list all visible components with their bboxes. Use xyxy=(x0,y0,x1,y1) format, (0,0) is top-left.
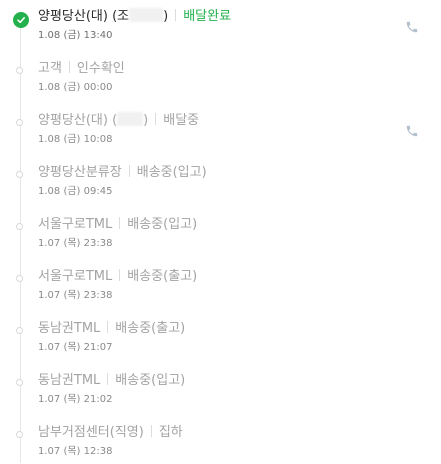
status-text: 배달완료 xyxy=(183,9,232,24)
divider xyxy=(119,269,121,281)
timestamp: 1.08 (금) 10:08 xyxy=(38,134,113,145)
redacted-text xyxy=(117,112,144,126)
timeline-title: 고객 인수확인 xyxy=(38,60,125,78)
status-text: 배송중(출고) xyxy=(127,269,198,284)
divider xyxy=(155,113,157,125)
timeline-dot xyxy=(16,275,23,282)
timeline-dot xyxy=(16,119,23,126)
timestamp: 1.08 (금) 13:40 xyxy=(38,30,113,41)
status-text: 배송중(입고) xyxy=(115,373,186,388)
timestamp: 1.08 (금) 09:45 xyxy=(38,186,113,197)
timeline-dot xyxy=(16,327,23,334)
timeline-item: 양평당산분류장 배송중(입고) 1.08 (금) 09:45 xyxy=(0,160,441,204)
timeline-title: 서울구로TML 배송중(입고) xyxy=(38,216,197,234)
delivery-timeline: 양평당산(대) (조) 배달완료 1.08 (금) 13:40 고객 인수확인 1.… xyxy=(0,0,441,463)
timeline-item-delivered: 양평당산(대) (조) 배달완료 1.08 (금) 13:40 xyxy=(0,4,441,48)
timeline-title: 동남권TML 배송중(입고) xyxy=(38,372,185,390)
timestamp: 1.07 (목) 21:02 xyxy=(38,394,113,405)
timeline-title: 서울구로TML 배송중(출고) xyxy=(38,268,197,286)
timestamp: 1.08 (금) 00:00 xyxy=(38,82,113,93)
timeline-dot xyxy=(16,223,23,230)
location-text: 양평당산(대) ( xyxy=(38,113,118,128)
location-text: 동남권TML xyxy=(38,373,101,388)
location-text: 남부거점센터(직영) xyxy=(38,425,144,440)
timeline-title: 양평당산(대) (조) 배달완료 xyxy=(38,8,231,26)
timeline-item: 서울구로TML 배송중(입고) 1.07 (목) 23:38 xyxy=(0,212,441,256)
timeline-item: 동남권TML 배송중(출고) 1.07 (목) 21:07 xyxy=(0,316,441,360)
timeline-dot xyxy=(16,171,23,178)
divider xyxy=(107,321,109,333)
status-text: 인수확인 xyxy=(76,61,125,76)
status-text: 집하 xyxy=(158,425,183,440)
status-text: 배송중(입고) xyxy=(127,217,198,232)
phone-icon[interactable] xyxy=(405,19,419,33)
timeline-item: 고객 인수확인 1.08 (금) 00:00 xyxy=(0,56,441,100)
location-text: 양평당산분류장 xyxy=(38,165,122,180)
timeline-title: 양평당산(대) () 배달중 xyxy=(38,112,199,130)
location-suffix: ) xyxy=(143,113,149,128)
divider xyxy=(119,217,121,229)
redacted-text xyxy=(129,8,164,22)
divider xyxy=(128,165,130,177)
phone-icon[interactable] xyxy=(405,123,419,137)
timeline-title: 남부거점센터(직영) 집하 xyxy=(38,424,183,442)
location-text: 서울구로TML xyxy=(38,269,113,284)
divider xyxy=(68,61,70,73)
location-text: 고객 xyxy=(38,61,62,76)
timeline-item: 서울구로TML 배송중(출고) 1.07 (목) 23:38 xyxy=(0,264,441,308)
location-text: 양평당산(대) (조 xyxy=(38,9,130,24)
timeline-item: 동남권TML 배송중(입고) 1.07 (목) 21:02 xyxy=(0,368,441,412)
timeline-dot xyxy=(16,379,23,386)
timeline-item: 양평당산(대) () 배달중 1.08 (금) 10:08 xyxy=(0,108,441,152)
timestamp: 1.07 (목) 12:38 xyxy=(38,446,113,457)
timeline-item: 남부거점센터(직영) 집하 1.07 (목) 12:38 xyxy=(0,420,441,464)
status-text: 배송중(출고) xyxy=(115,321,186,336)
divider xyxy=(150,425,152,437)
divider xyxy=(107,373,109,385)
timeline-title: 양평당산분류장 배송중(입고) xyxy=(38,164,207,182)
timestamp: 1.07 (목) 23:38 xyxy=(38,290,113,301)
location-suffix: ) xyxy=(163,9,169,24)
timestamp: 1.07 (목) 23:38 xyxy=(38,238,113,249)
check-icon xyxy=(13,12,29,28)
timeline-dot xyxy=(16,67,23,74)
location-text: 서울구로TML xyxy=(38,217,113,232)
divider xyxy=(175,9,177,21)
status-text: 배송중(입고) xyxy=(136,165,207,180)
timeline-dot xyxy=(16,431,23,438)
location-text: 동남권TML xyxy=(38,321,101,336)
timestamp: 1.07 (목) 21:07 xyxy=(38,342,113,353)
timeline-title: 동남권TML 배송중(출고) xyxy=(38,320,185,338)
status-text: 배달중 xyxy=(163,113,200,128)
